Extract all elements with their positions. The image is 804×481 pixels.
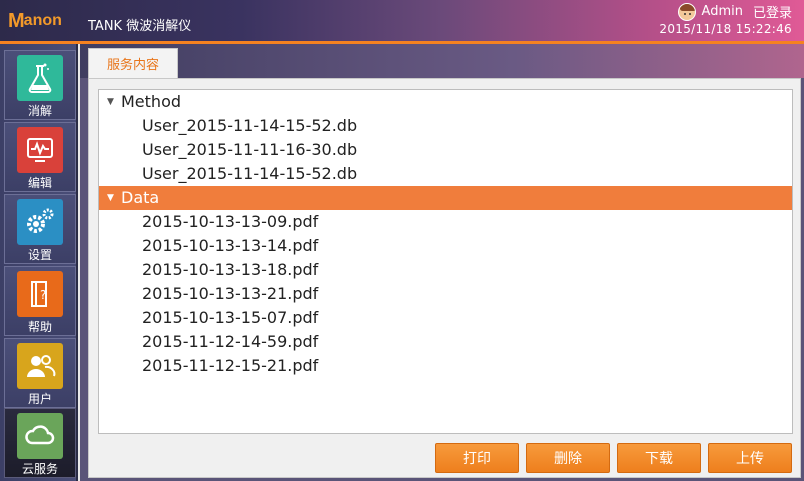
- logo-letter: M: [8, 9, 25, 32]
- sidebar-item-help[interactable]: ? 帮助: [4, 266, 76, 336]
- tree-item[interactable]: 2015-10-13-13-18.pdf: [99, 258, 792, 282]
- sidebar-item-settings[interactable]: 设置: [4, 194, 76, 264]
- sidebar-item-label: 编辑: [27, 176, 52, 190]
- avatar[interactable]: [677, 2, 696, 21]
- tree-item[interactable]: 2015-10-13-13-09.pdf: [99, 210, 792, 234]
- expand-caret-icon[interactable]: ▼: [107, 186, 114, 210]
- sidebar-item-label: 用户: [27, 392, 52, 406]
- title-bar: Manon TANK 微波消解仪 Admin 已登录 2015/11/18 15…: [0, 0, 804, 42]
- tab-service-content[interactable]: 服务内容: [88, 48, 178, 78]
- tree-item[interactable]: 2015-10-13-13-14.pdf: [99, 234, 792, 258]
- sidebar-item-label: 云服务: [21, 462, 58, 476]
- content-panel: ▼ Method User_2015-11-14-15-52.db User_2…: [88, 78, 801, 478]
- help-book-icon: ?: [17, 271, 63, 317]
- upload-button[interactable]: 上传: [708, 443, 792, 473]
- main-area: 服务内容 ▼ Method User_2015-11-14-15-52.db U…: [80, 44, 804, 481]
- tree-item[interactable]: 2015-10-13-13-21.pdf: [99, 282, 792, 306]
- tree-group-data[interactable]: ▼ Data: [99, 186, 792, 210]
- sidebar-item-label: 设置: [27, 248, 52, 262]
- print-button[interactable]: 打印: [435, 443, 519, 473]
- tree-item[interactable]: User_2015-11-14-15-52.db: [99, 114, 792, 138]
- login-status: 已登录: [752, 6, 792, 21]
- svg-text:?: ?: [40, 288, 46, 302]
- tab-bar: 服务内容: [80, 44, 804, 78]
- datetime: 2015/11/18 15:22:46: [659, 22, 792, 36]
- tree-item[interactable]: 2015-11-12-15-21.pdf: [99, 354, 792, 378]
- sidebar-item-edit[interactable]: 编辑: [4, 122, 76, 192]
- tree-item[interactable]: 2015-11-12-14-59.pdf: [99, 330, 792, 354]
- tree-group-label: Data: [121, 188, 160, 207]
- user-name: Admin: [701, 4, 743, 19]
- sidebar-item-digestion[interactable]: 消解: [4, 50, 76, 120]
- flask-icon: [17, 55, 63, 101]
- sidebar: 消解 编辑 设置 ? 帮助 用户 云服务: [0, 44, 78, 481]
- tree-group-method[interactable]: ▼ Method: [99, 90, 792, 114]
- users-icon: [17, 343, 63, 389]
- sidebar-item-label: 消解: [27, 104, 52, 118]
- sidebar-item-users[interactable]: 用户: [4, 338, 76, 408]
- download-button[interactable]: 下载: [617, 443, 701, 473]
- delete-button[interactable]: 删除: [526, 443, 610, 473]
- tree-item[interactable]: User_2015-11-14-15-52.db: [99, 162, 792, 186]
- manon-logo: Manon: [8, 10, 62, 32]
- file-tree[interactable]: ▼ Method User_2015-11-14-15-52.db User_2…: [98, 89, 793, 434]
- tree-item[interactable]: User_2015-11-11-16-30.db: [99, 138, 792, 162]
- tree-item[interactable]: 2015-10-13-15-07.pdf: [99, 306, 792, 330]
- sidebar-item-label: 帮助: [27, 320, 52, 334]
- logo-text: anon: [23, 12, 62, 29]
- gears-icon: [17, 199, 63, 245]
- sidebar-item-cloud-service[interactable]: 云服务: [4, 408, 76, 478]
- cloud-icon: [17, 413, 63, 459]
- app-title: TANK 微波消解仪: [88, 19, 192, 34]
- tree-group-label: Method: [121, 92, 182, 111]
- user-info[interactable]: Admin 已登录: [677, 2, 792, 21]
- expand-caret-icon[interactable]: ▼: [107, 90, 114, 114]
- monitor-chart-icon: [17, 127, 63, 173]
